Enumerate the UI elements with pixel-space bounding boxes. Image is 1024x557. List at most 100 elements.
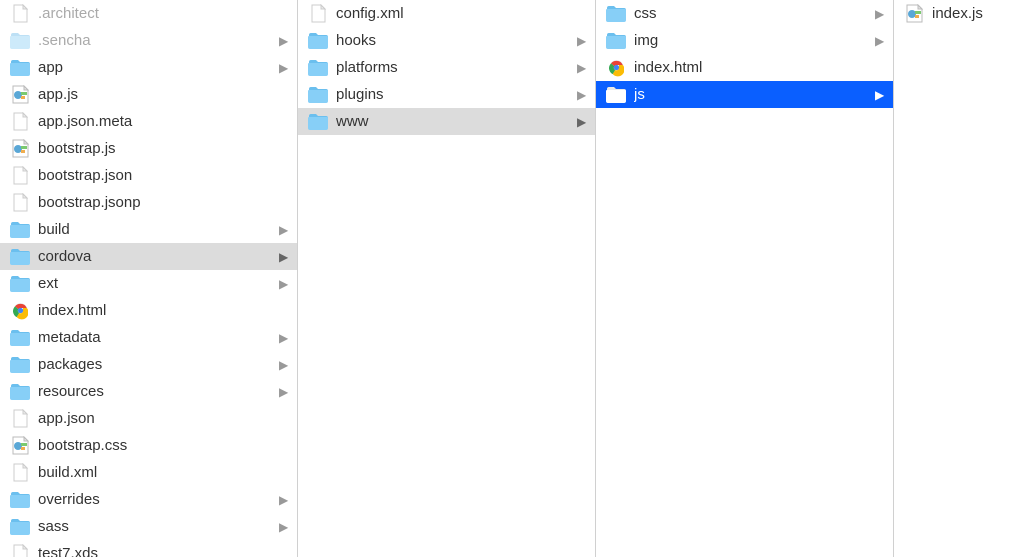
item-label: hooks bbox=[336, 32, 577, 49]
item-label: app bbox=[38, 59, 279, 76]
folder-icon bbox=[10, 490, 30, 510]
folder-icon bbox=[10, 355, 30, 375]
list-item[interactable]: www▶ bbox=[298, 108, 595, 135]
folder-icon bbox=[10, 382, 30, 402]
chevron-right-icon: ▶ bbox=[577, 115, 587, 129]
item-label: bootstrap.js bbox=[38, 140, 279, 157]
column-1: config.xmlhooks▶platforms▶plugins▶www▶ bbox=[298, 0, 596, 557]
folder-icon bbox=[308, 58, 328, 78]
chevron-right-icon: ▶ bbox=[577, 61, 587, 75]
item-label: plugins bbox=[336, 86, 577, 103]
list-item[interactable]: build.xml bbox=[0, 459, 297, 486]
folder-icon bbox=[606, 4, 626, 24]
list-item[interactable]: hooks▶ bbox=[298, 27, 595, 54]
list-item[interactable]: overrides▶ bbox=[0, 486, 297, 513]
list-item[interactable]: sass▶ bbox=[0, 513, 297, 540]
chrome-icon bbox=[606, 58, 626, 78]
list-item[interactable]: .sencha▶ bbox=[0, 27, 297, 54]
chevron-right-icon: ▶ bbox=[279, 61, 289, 75]
script-file-icon bbox=[10, 436, 30, 456]
list-item[interactable]: index.html bbox=[0, 297, 297, 324]
list-item[interactable]: app▶ bbox=[0, 54, 297, 81]
list-item[interactable]: bootstrap.jsonp bbox=[0, 189, 297, 216]
item-label: app.json.meta bbox=[38, 113, 279, 130]
item-label: platforms bbox=[336, 59, 577, 76]
list-item[interactable]: .architect bbox=[0, 0, 297, 27]
finder-columns: .architect.sencha▶app▶app.jsapp.json.met… bbox=[0, 0, 1024, 557]
item-label: app.js bbox=[38, 86, 279, 103]
file-icon bbox=[10, 409, 30, 429]
folder-icon bbox=[10, 274, 30, 294]
list-item[interactable]: img▶ bbox=[596, 27, 893, 54]
item-label: bootstrap.css bbox=[38, 437, 279, 454]
item-label: resources bbox=[38, 383, 279, 400]
file-icon bbox=[10, 463, 30, 483]
file-icon bbox=[10, 166, 30, 186]
list-item[interactable]: metadata▶ bbox=[0, 324, 297, 351]
list-item[interactable]: app.json.meta bbox=[0, 108, 297, 135]
folder-icon bbox=[308, 85, 328, 105]
item-label: bootstrap.jsonp bbox=[38, 194, 279, 211]
file-icon bbox=[10, 112, 30, 132]
item-label: .architect bbox=[38, 5, 279, 22]
item-label: test7.xds bbox=[38, 545, 279, 557]
list-item[interactable]: js▶ bbox=[596, 81, 893, 108]
chevron-right-icon: ▶ bbox=[577, 88, 587, 102]
file-icon bbox=[10, 193, 30, 213]
item-label: sass bbox=[38, 518, 279, 535]
item-label: bootstrap.json bbox=[38, 167, 279, 184]
list-item[interactable]: packages▶ bbox=[0, 351, 297, 378]
item-label: js bbox=[634, 86, 875, 103]
item-label: build bbox=[38, 221, 279, 238]
list-item[interactable]: index.js bbox=[894, 0, 1024, 27]
list-item[interactable]: platforms▶ bbox=[298, 54, 595, 81]
item-label: index.js bbox=[932, 5, 1006, 22]
file-icon bbox=[10, 4, 30, 24]
script-file-icon bbox=[904, 4, 924, 24]
item-label: www bbox=[336, 113, 577, 130]
chevron-right-icon: ▶ bbox=[279, 34, 289, 48]
folder-icon bbox=[10, 517, 30, 537]
list-item[interactable]: index.html bbox=[596, 54, 893, 81]
chevron-right-icon: ▶ bbox=[279, 493, 289, 507]
list-item[interactable]: app.json bbox=[0, 405, 297, 432]
chevron-right-icon: ▶ bbox=[577, 34, 587, 48]
item-label: index.html bbox=[38, 302, 279, 319]
list-item[interactable]: plugins▶ bbox=[298, 81, 595, 108]
item-label: ext bbox=[38, 275, 279, 292]
item-label: config.xml bbox=[336, 5, 577, 22]
list-item[interactable]: resources▶ bbox=[0, 378, 297, 405]
folder-icon bbox=[10, 31, 30, 51]
list-item[interactable]: cordova▶ bbox=[0, 243, 297, 270]
list-item[interactable]: test7.xds bbox=[0, 540, 297, 557]
chrome-icon bbox=[10, 301, 30, 321]
item-label: cordova bbox=[38, 248, 279, 265]
folder-icon bbox=[10, 220, 30, 240]
chevron-right-icon: ▶ bbox=[279, 331, 289, 345]
folder-icon bbox=[308, 31, 328, 51]
chevron-right-icon: ▶ bbox=[279, 250, 289, 264]
list-item[interactable]: config.xml bbox=[298, 0, 595, 27]
item-label: index.html bbox=[634, 59, 875, 76]
script-file-icon bbox=[10, 139, 30, 159]
list-item[interactable]: css▶ bbox=[596, 0, 893, 27]
chevron-right-icon: ▶ bbox=[875, 34, 885, 48]
chevron-right-icon: ▶ bbox=[279, 358, 289, 372]
folder-icon bbox=[606, 31, 626, 51]
column-0: .architect.sencha▶app▶app.jsapp.json.met… bbox=[0, 0, 298, 557]
chevron-right-icon: ▶ bbox=[279, 520, 289, 534]
list-item[interactable]: bootstrap.css bbox=[0, 432, 297, 459]
column-3: index.js bbox=[894, 0, 1024, 557]
list-item[interactable]: build▶ bbox=[0, 216, 297, 243]
item-label: overrides bbox=[38, 491, 279, 508]
list-item[interactable]: bootstrap.json bbox=[0, 162, 297, 189]
list-item[interactable]: app.js bbox=[0, 81, 297, 108]
list-item[interactable]: ext▶ bbox=[0, 270, 297, 297]
item-label: img bbox=[634, 32, 875, 49]
item-label: packages bbox=[38, 356, 279, 373]
item-label: metadata bbox=[38, 329, 279, 346]
chevron-right-icon: ▶ bbox=[875, 7, 885, 21]
list-item[interactable]: bootstrap.js bbox=[0, 135, 297, 162]
folder-icon bbox=[308, 112, 328, 132]
script-file-icon bbox=[10, 85, 30, 105]
